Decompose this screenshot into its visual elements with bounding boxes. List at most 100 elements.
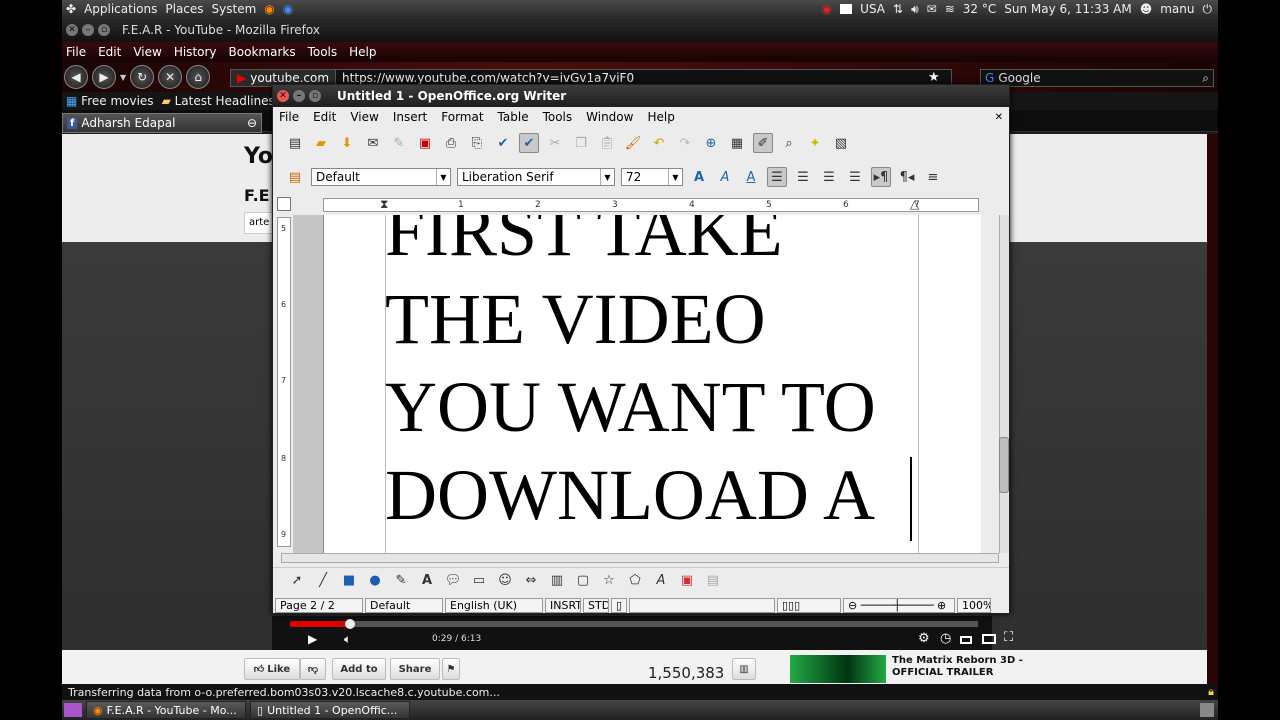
freeform-tool-icon[interactable]: ✎ bbox=[391, 571, 411, 591]
redo-icon[interactable]: ↷ bbox=[675, 133, 695, 153]
print-preview-icon[interactable]: ⎘ bbox=[467, 133, 487, 153]
search-magnifier-icon[interactable]: ⌕ bbox=[1202, 71, 1213, 86]
home-button[interactable]: ⌂ bbox=[186, 65, 211, 89]
chevron-down-icon[interactable]: ▼ bbox=[436, 169, 450, 185]
panel-menu-system[interactable]: System bbox=[212, 2, 257, 16]
bookmark-latest-headlines[interactable]: ▰ Latest Headlines bbox=[162, 94, 275, 108]
horizontal-ruler[interactable]: ⧗ 1 2 3 4 5 6 7 △ bbox=[323, 197, 979, 212]
spellcheck-icon[interactable]: ✔ bbox=[493, 133, 513, 153]
navigator-icon[interactable]: ✦ bbox=[805, 133, 825, 153]
ff-menu-help[interactable]: Help bbox=[349, 45, 376, 59]
table-icon[interactable]: ▦ bbox=[727, 133, 747, 153]
w-menu-insert[interactable]: Insert bbox=[393, 110, 427, 124]
stats-button[interactable]: ▥ bbox=[732, 658, 756, 680]
signature-field[interactable] bbox=[629, 598, 775, 613]
ff-menu-edit[interactable]: Edit bbox=[98, 45, 121, 59]
align-left-icon[interactable]: ☰ bbox=[767, 167, 787, 187]
volume-icon[interactable]: 🔊︎ bbox=[911, 3, 919, 15]
taskbar-item-writer[interactable]: ▯ Untitled 1 - OpenOffic... bbox=[250, 701, 410, 719]
rectangle-tool-icon[interactable]: ■ bbox=[339, 571, 359, 591]
show-draw-functions-icon[interactable]: ✐ bbox=[753, 133, 773, 153]
w-menu-file[interactable]: File bbox=[279, 110, 299, 124]
page-scrollbar[interactable] bbox=[1207, 134, 1218, 684]
keyboard-layout[interactable]: USA bbox=[860, 2, 885, 16]
paragraph-style-select[interactable]: Default ▼ bbox=[311, 168, 451, 186]
autospellcheck-icon[interactable]: ✔ bbox=[519, 133, 539, 153]
trash-icon[interactable] bbox=[1200, 703, 1214, 717]
font-name-select[interactable]: Liberation Serif ▼ bbox=[457, 168, 615, 186]
history-dropdown-icon[interactable]: ▼ bbox=[120, 73, 126, 82]
writer-maximize-button[interactable]: ▫ bbox=[309, 90, 321, 102]
ff-menu-view[interactable]: View bbox=[133, 45, 161, 59]
select-pointer-icon[interactable]: ➚ bbox=[287, 571, 307, 591]
zoom-level[interactable]: 100% bbox=[957, 598, 991, 613]
w-menu-table[interactable]: Table bbox=[498, 110, 529, 124]
open-folder-icon[interactable]: ▰ bbox=[311, 133, 331, 153]
block-arrows-icon[interactable]: ⇔ bbox=[521, 571, 541, 591]
add-to-button[interactable]: Add to bbox=[332, 658, 386, 680]
stop-button[interactable]: ✕ bbox=[158, 65, 183, 89]
selection-mode-indicator[interactable]: STD bbox=[583, 598, 609, 613]
vertical-ruler[interactable]: 5 6 7 8 9 bbox=[277, 217, 291, 547]
ltr-direction-icon[interactable]: ▸¶ bbox=[871, 167, 891, 187]
firefox-close-button[interactable]: ✕ bbox=[66, 24, 78, 36]
insert-mode-indicator[interactable]: INSRT bbox=[545, 598, 581, 613]
temperature[interactable]: 32 °C bbox=[963, 2, 996, 16]
url-text[interactable]: https://www.youtube.com/watch?v=ivGv1a7v… bbox=[336, 71, 634, 85]
font-size-select[interactable]: 72 ▼ bbox=[621, 168, 683, 186]
left-indent-marker-icon[interactable]: ⧗ bbox=[380, 197, 388, 212]
undo-icon[interactable]: ↶ bbox=[649, 133, 669, 153]
thunderbird-launcher-icon[interactable]: ◉ bbox=[283, 3, 293, 15]
clock[interactable]: Sun May 6, 11:33 AM bbox=[1004, 2, 1132, 16]
justify-icon[interactable]: ☰ bbox=[845, 167, 865, 187]
video-progress-track[interactable] bbox=[290, 621, 978, 627]
security-lock-icon[interactable]: 🔒︎ bbox=[1208, 685, 1218, 699]
vertical-scrollbar[interactable] bbox=[999, 215, 1009, 553]
mute-button[interactable]: 🔈︎ bbox=[344, 632, 351, 647]
play-button[interactable]: ▶ bbox=[308, 632, 317, 646]
styles-formatting-icon[interactable]: ▤ bbox=[285, 167, 305, 187]
chevron-down-icon[interactable]: ▼ bbox=[668, 169, 682, 185]
small-player-icon[interactable] bbox=[960, 636, 972, 644]
document-text-area[interactable]: FIRST TAKE THE VIDEO YOU WANT TO DOWNLOA… bbox=[293, 215, 981, 553]
callouts-icon[interactable]: ▢ bbox=[573, 571, 593, 591]
cut-icon[interactable]: ✂ bbox=[545, 133, 565, 153]
tab-stop-selector[interactable] bbox=[277, 197, 291, 211]
w-menu-edit[interactable]: Edit bbox=[313, 110, 336, 124]
extrusion-icon[interactable]: ▤ bbox=[703, 571, 723, 591]
line-tool-icon[interactable]: ╱ bbox=[313, 571, 333, 591]
large-player-icon[interactable] bbox=[982, 634, 996, 644]
taskbar-item-firefox[interactable]: ◉ F.E.A.R - YouTube - Mo... bbox=[86, 701, 246, 719]
flowchart-icon[interactable]: ▥ bbox=[547, 571, 567, 591]
reload-button[interactable]: ↻ bbox=[130, 65, 155, 89]
firefox-launcher-icon[interactable]: ◉ bbox=[264, 3, 274, 15]
ff-menu-bookmarks[interactable]: Bookmarks bbox=[229, 45, 296, 59]
writer-close-button[interactable]: ✕ bbox=[277, 90, 289, 102]
writer-minimize-button[interactable]: – bbox=[293, 90, 305, 102]
view-layout-icon[interactable]: ▯▯▯ bbox=[777, 598, 841, 613]
vertical-scroll-thumb[interactable] bbox=[999, 437, 1009, 493]
language-indicator[interactable]: English (UK) bbox=[445, 598, 543, 613]
user-name[interactable]: manu bbox=[1160, 2, 1194, 16]
flag-button[interactable]: ⚑ bbox=[442, 658, 460, 680]
align-right-icon[interactable]: ☰ bbox=[819, 167, 839, 187]
firefox-maximize-button[interactable]: ▫ bbox=[98, 24, 110, 36]
fullscreen-icon[interactable]: ⛶ bbox=[1004, 630, 1013, 645]
gallery-icon[interactable]: ▧ bbox=[831, 133, 851, 153]
find-replace-icon[interactable]: ⌕ bbox=[779, 133, 799, 153]
close-document-icon[interactable]: ✕ bbox=[995, 112, 1003, 123]
print-icon[interactable]: ⎙ bbox=[441, 133, 461, 153]
dislike-button[interactable]: 👎︎ bbox=[300, 658, 326, 680]
numbering-icon[interactable]: ≡ bbox=[923, 167, 943, 187]
bookmark-free-movies[interactable]: ▦ Free movies bbox=[66, 94, 154, 108]
rtl-direction-icon[interactable]: ¶◂ bbox=[897, 167, 917, 187]
clone-formatting-icon[interactable]: 🖌︎ bbox=[623, 133, 643, 153]
power-icon[interactable]: ⏻ bbox=[1203, 3, 1213, 15]
tab-adharsh-edapal[interactable]: f Adharsh Edapal ⊖ bbox=[62, 113, 262, 133]
export-pdf-icon[interactable]: ▣ bbox=[415, 133, 435, 153]
hyperlink-icon[interactable]: ⊕ bbox=[701, 133, 721, 153]
symbol-shapes-icon[interactable]: ☺ bbox=[495, 571, 515, 591]
copy-icon[interactable]: ❐ bbox=[571, 133, 591, 153]
ff-menu-history[interactable]: History bbox=[174, 45, 217, 59]
edit-file-icon[interactable]: ✎ bbox=[389, 133, 409, 153]
